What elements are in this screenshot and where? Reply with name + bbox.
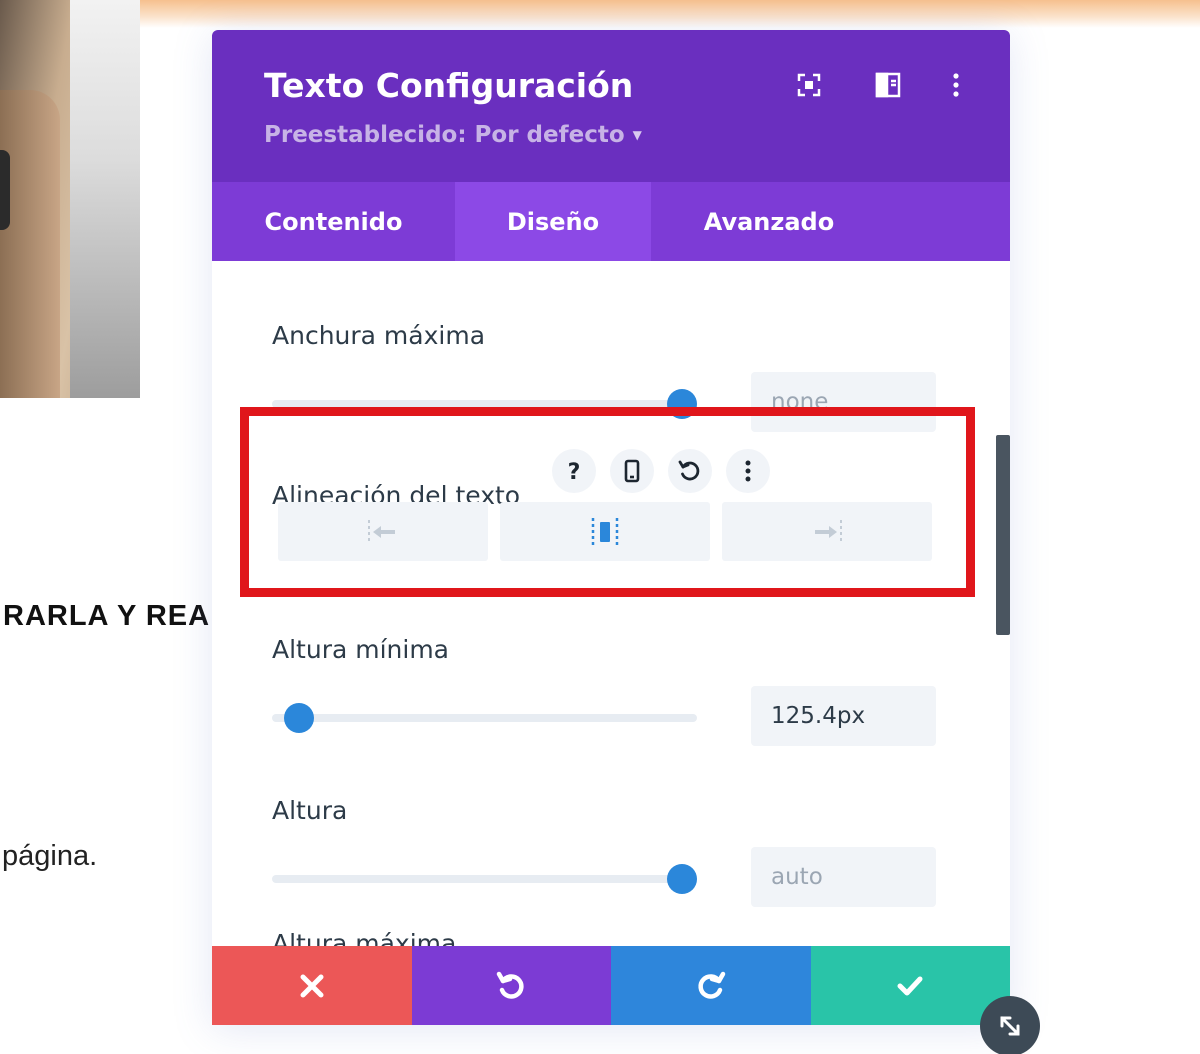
fullscreen-icon[interactable] xyxy=(794,70,824,100)
max-height-label: Altura máxima xyxy=(272,929,457,946)
caret-down-icon: ▼ xyxy=(632,128,642,142)
photo-camera xyxy=(0,150,10,230)
min-height-slider-knob[interactable] xyxy=(284,703,314,733)
check-icon xyxy=(897,976,923,995)
tab-avanzado[interactable]: Avanzado xyxy=(651,182,887,261)
min-height-slider[interactable] xyxy=(272,714,697,722)
settings-scrollbar[interactable] xyxy=(996,435,1010,635)
photo-shirt xyxy=(70,0,140,398)
cancel-button[interactable] xyxy=(212,946,412,1025)
max-width-label: Anchura máxima xyxy=(272,321,486,350)
height-label: Altura xyxy=(272,796,348,825)
background-text: página. xyxy=(2,840,98,872)
tab-bar: Contenido Diseño Avanzado xyxy=(212,182,1010,261)
redo-icon xyxy=(698,971,725,999)
photo-arm xyxy=(0,90,60,398)
modal-title: Texto Configuración xyxy=(264,66,634,105)
more-options-icon[interactable] xyxy=(941,70,971,100)
height-input[interactable]: auto xyxy=(751,847,936,907)
split-view-icon[interactable] xyxy=(873,70,903,100)
modal-footer xyxy=(212,946,1010,1025)
background-photo xyxy=(0,0,140,398)
resize-handle[interactable] xyxy=(980,996,1040,1054)
undo-button[interactable] xyxy=(411,946,611,1025)
close-icon xyxy=(300,974,324,997)
highlight-box xyxy=(240,407,975,597)
resize-arrows-icon xyxy=(1000,1016,1020,1036)
redo-button[interactable] xyxy=(611,946,811,1025)
min-height-input[interactable]: 125.4px xyxy=(751,686,936,746)
page-header-strip xyxy=(140,0,1200,28)
save-button[interactable] xyxy=(810,946,1010,1025)
modal-header: Texto Configuración Preestablecido: Por … xyxy=(212,30,1010,182)
height-slider[interactable] xyxy=(272,875,697,883)
background-heading: RARLA Y REA xyxy=(3,600,211,632)
min-height-label: Altura mínima xyxy=(272,635,450,664)
undo-icon xyxy=(497,971,524,999)
tab-diseno[interactable]: Diseño xyxy=(455,182,651,261)
preset-label: Preestablecido: Por defecto xyxy=(264,122,625,148)
height-slider-knob[interactable] xyxy=(667,864,697,894)
preset-selector[interactable]: Preestablecido: Por defecto ▼ xyxy=(264,122,642,148)
settings-content: Anchura máxima none Alineación del texto… xyxy=(212,261,1010,946)
tab-contenido[interactable]: Contenido xyxy=(212,182,455,261)
